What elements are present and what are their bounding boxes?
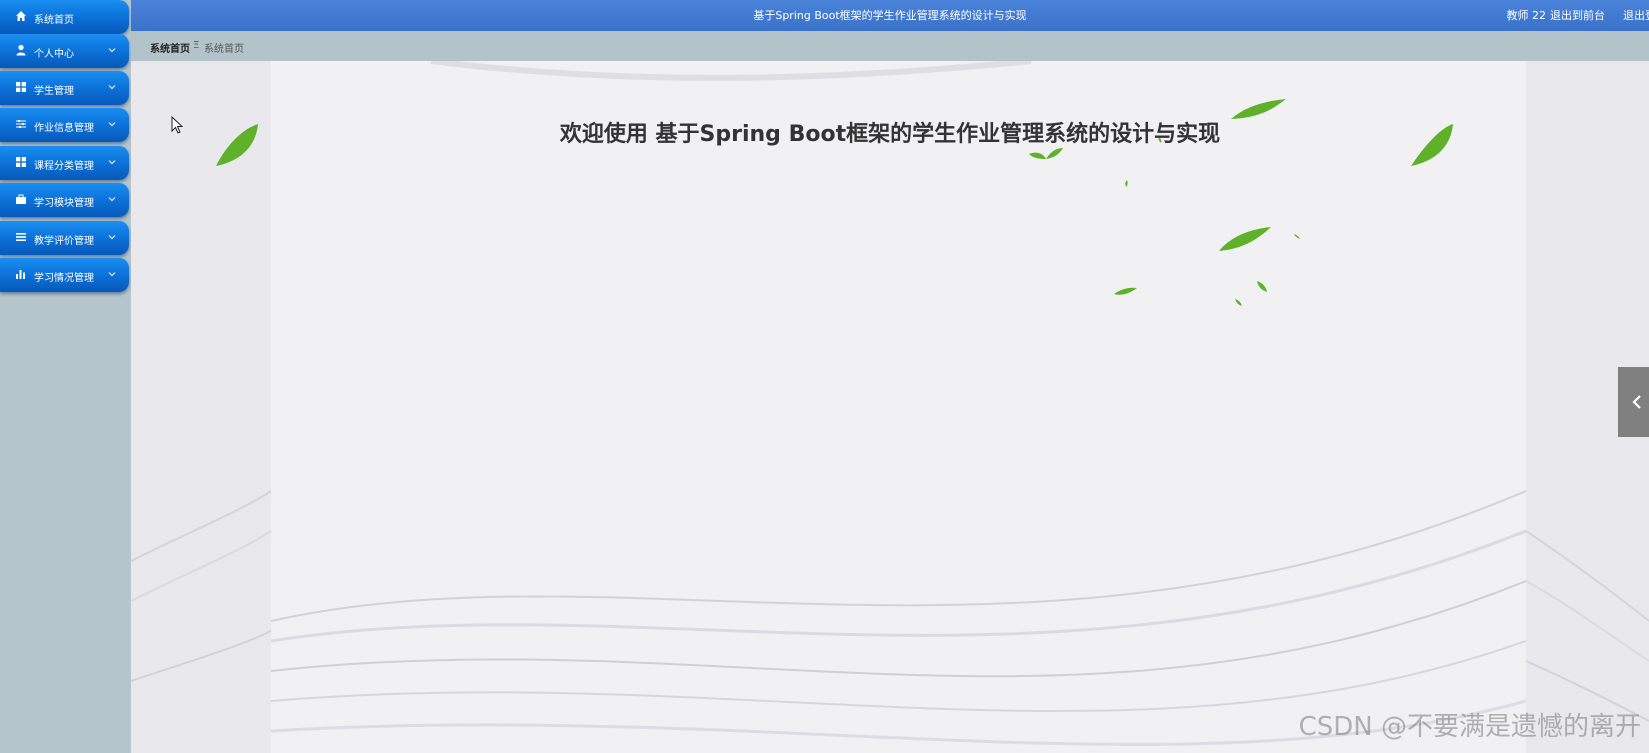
background-decoration [131,61,1649,753]
chevron-down-icon [108,197,116,202]
sidebar-item-homework-management[interactable]: 作业信息管理 [0,108,129,142]
chevron-down-icon [108,85,116,90]
chevron-down-icon [108,272,116,277]
current-user: 教师 22 [1506,9,1547,22]
top-header: 基于Spring Boot框架的学生作业管理系统的设计与实现 教师 22 退出到… [131,0,1649,31]
list-icon [16,233,26,241]
bar-chart-icon [16,270,25,279]
sidebar-item-label: 作业信息管理 [34,123,94,134]
chevron-down-icon [108,235,116,240]
sidebar-item-teaching-evaluation-management[interactable]: 教学评价管理 [0,221,129,255]
breadcrumb-current: 系统首页 [204,44,244,55]
welcome-heading: 欢迎使用 基于Spring Boot框架的学生作业管理系统的设计与实现 [559,122,1221,147]
sidebar-item-label: 学生管理 [34,86,74,97]
sidebar-item-personal-center[interactable]: 个人中心 [0,34,129,68]
sidebar-item-home[interactable]: 系统首页 [0,0,129,34]
sidebar-item-label: 教学评价管理 [34,236,94,247]
user-icon [16,44,26,56]
logout-link[interactable]: 退出登录 [1623,7,1649,23]
breadcrumb: 系统首页 Ξ 系统首页 [131,31,1649,61]
sliders-icon [16,120,26,128]
sidebar-item-label: 系统首页 [34,15,74,26]
watermark: CSDN @不要满是遗憾的离开 [1298,712,1641,742]
chevron-down-icon [108,122,116,127]
sidebar-item-learning-module-management[interactable]: 学习模块管理 [0,183,129,217]
exit-to-frontend-link[interactable]: 退出到前台 [1550,7,1605,23]
grid-icon [16,157,26,167]
sidebar-item-label: 学习情况管理 [34,273,94,284]
home-icon [16,11,26,21]
chevron-left-icon [1632,395,1641,409]
sidebar-item-label: 学习模块管理 [34,198,94,209]
breadcrumb-separator: Ξ [193,40,200,51]
chevron-down-icon [108,160,116,165]
grid-icon [16,82,26,92]
system-title: 基于Spring Boot框架的学生作业管理系统的设计与实现 [753,9,1027,22]
sidebar-item-label: 个人中心 [34,49,74,60]
sidebar: 系统首页 个人中心 学生管理 作业信息管理 课程分类管理 学习模块管理 教学评价… [0,0,131,753]
briefcase-icon [16,194,26,204]
sidebar-item-label: 课程分类管理 [34,161,94,172]
mouse-cursor-icon [171,116,184,134]
breadcrumb-home[interactable]: 系统首页 [150,40,190,55]
sidebar-item-student-management[interactable]: 学生管理 [0,71,129,105]
sidebar-item-learning-status-management[interactable]: 学习情况管理 [0,258,129,292]
sidebar-item-course-category-management[interactable]: 课程分类管理 [0,146,129,180]
collapse-side-tab[interactable] [1618,367,1649,437]
chevron-down-icon [108,48,116,53]
main-content: 欢迎使用 基于Spring Boot框架的学生作业管理系统的设计与实现 CSDN… [131,61,1649,753]
